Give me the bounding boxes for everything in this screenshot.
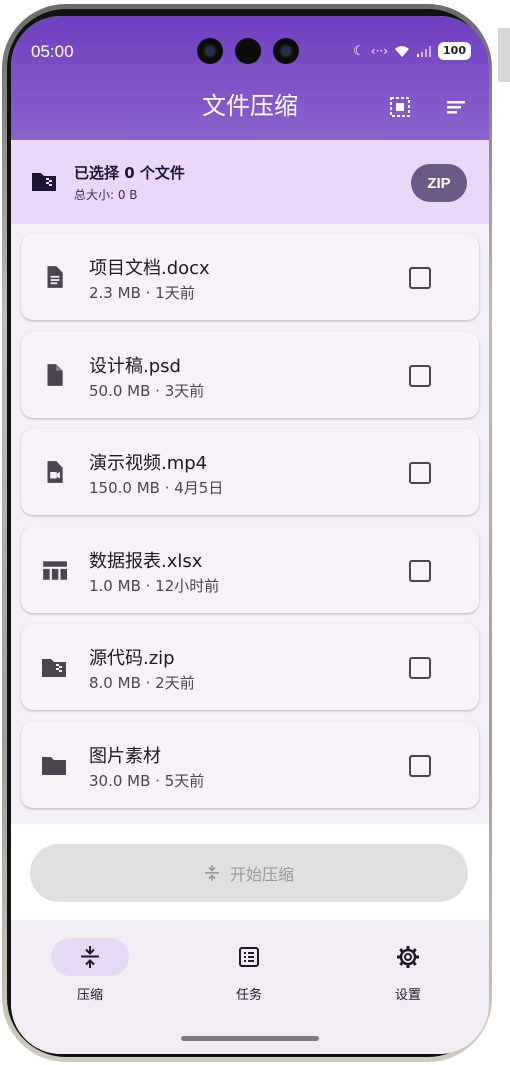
select-all-button[interactable] — [387, 94, 413, 120]
file-checkbox[interactable] — [409, 364, 431, 387]
nav-label: 任务 — [235, 988, 262, 1003]
folder-icon — [42, 756, 66, 775]
nav-label: 压缩 — [76, 988, 103, 1003]
nav-item-compress[interactable]: 压缩 — [30, 938, 150, 1003]
camera-cutout — [197, 38, 223, 64]
data-transfer-icon: ‹··› — [370, 44, 389, 58]
file-checkbox[interactable] — [409, 267, 431, 289]
status-time: 05:00 — [31, 42, 74, 61]
file-item[interactable]: 源代码.zip 8.0 MB · 2天前 — [21, 624, 479, 710]
file-meta: 30.0 MB · 5天前 — [89, 771, 205, 790]
file-meta: 50.0 MB · 3天前 — [89, 381, 205, 400]
start-compress-label: 开始压缩 — [229, 867, 294, 884]
file-checkbox[interactable] — [409, 462, 431, 484]
page-title: 文件压缩 — [202, 92, 298, 120]
file-meta: 1.0 MB · 12小时前 — [89, 576, 220, 595]
selection-summary: 已选择 0 个文件 总大小: 0 B ZIP — [11, 140, 489, 224]
nav-item-settings[interactable]: 设置 — [348, 938, 468, 1003]
nav-label: 设置 — [394, 988, 421, 1003]
file-list: 项目文档.docx 2.3 MB · 1天前 设计稿.psd 50.0 MB ·… — [21, 234, 479, 819]
file-name: 设计稿.psd — [89, 355, 181, 377]
zip-folder-icon — [32, 173, 56, 191]
file-item[interactable]: 设计稿.psd 50.0 MB · 3天前 — [21, 331, 479, 418]
select-all-icon — [390, 97, 410, 117]
file-checkbox[interactable] — [409, 754, 431, 777]
compress-icon — [204, 865, 219, 881]
camera-cutout — [273, 38, 299, 64]
file-checkbox[interactable] — [409, 657, 431, 679]
file-checkbox[interactable] — [409, 559, 431, 582]
file-item[interactable]: 项目文档.docx 2.3 MB · 1天前 — [21, 234, 479, 320]
zip-folder-icon — [42, 659, 66, 677]
selected-count: 已选择 0 个文件 — [74, 164, 185, 182]
file-meta: 2.3 MB · 1天前 — [89, 284, 195, 302]
status-icons: ☾ ‹··› 100 — [353, 42, 471, 60]
document-icon — [47, 266, 63, 288]
file-item[interactable]: 演示视频.mp4 150.0 MB · 4月5日 — [21, 429, 479, 515]
total-size: 总大小: 0 B — [74, 188, 138, 202]
gear-icon — [397, 946, 419, 968]
battery-indicator: 100 — [438, 42, 471, 60]
file-meta: 150.0 MB · 4月5日 — [89, 479, 224, 497]
file-name: 数据报表.xlsx — [89, 550, 203, 572]
file-meta: 8.0 MB · 2天前 — [89, 674, 195, 692]
action-area: 开始压缩 — [11, 824, 489, 920]
nav-item-tasks[interactable]: 任务 — [189, 938, 309, 1003]
task-list-icon — [239, 947, 259, 967]
video-file-icon — [47, 461, 63, 483]
sort-button[interactable] — [443, 94, 469, 120]
signal-icon — [417, 45, 432, 57]
file-name: 项目文档.docx — [89, 258, 210, 279]
camera-cutout — [235, 38, 261, 64]
app-header: 05:00 ☾ ‹··› 100 文件压缩 — [11, 16, 489, 140]
zip-format-button[interactable]: ZIP — [411, 164, 467, 202]
file-name: 源代码.zip — [89, 648, 175, 669]
sort-icon — [447, 101, 465, 114]
app-screen: 05:00 ☾ ‹··› 100 文件压缩 已选择 0 个文件 总大小: 0 B… — [11, 16, 489, 1054]
bottom-navigation: 压缩 任务 设置 — [11, 920, 489, 1054]
home-indicator[interactable] — [181, 1036, 319, 1041]
start-compress-button[interactable]: 开始压缩 — [30, 844, 468, 902]
file-item[interactable]: 数据报表.xlsx 1.0 MB · 12小时前 — [21, 526, 479, 613]
file-name: 演示视频.mp4 — [89, 453, 208, 474]
side-panel-edge — [498, 28, 510, 82]
file-icon — [47, 363, 63, 386]
file-item[interactable]: 图片素材 30.0 MB · 5天前 — [21, 721, 479, 808]
wifi-icon — [395, 45, 410, 57]
moon-icon: ☾ — [353, 43, 365, 59]
file-name: 图片素材 — [89, 745, 161, 767]
status-bar: 05:00 ☾ ‹··› 100 — [11, 16, 489, 88]
table-icon — [43, 560, 67, 580]
compress-icon — [81, 946, 99, 968]
